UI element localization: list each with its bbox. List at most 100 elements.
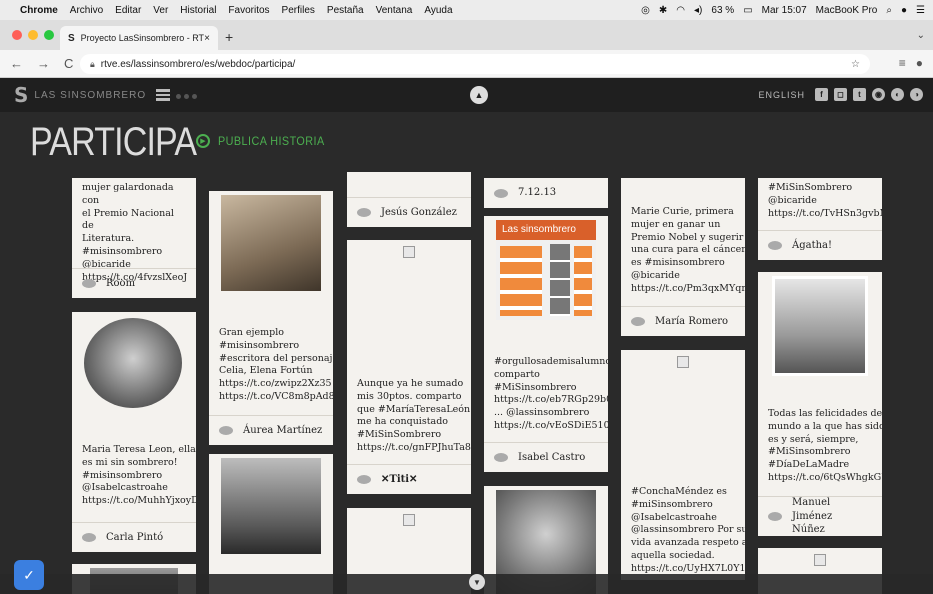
story-text: #orgullosademisalumnos comparto #MiSinso… bbox=[494, 356, 608, 432]
author-name: Ágatha! bbox=[792, 239, 833, 251]
address-bar: ← → C 🔒︎ rtve.es/lassinsombrero/es/webdo… bbox=[0, 50, 933, 78]
story-text: Aunque ya he sumado mis 30ptos. comparto… bbox=[357, 378, 471, 454]
story-card[interactable] bbox=[209, 454, 333, 594]
author-name: Carla Pintó bbox=[106, 531, 164, 543]
menu-ver[interactable]: Ver bbox=[153, 5, 168, 16]
control-center-icon[interactable]: ☰ bbox=[916, 5, 925, 16]
story-card[interactable]: Maria Teresa Leon, ella es mi sin sombre… bbox=[72, 312, 196, 552]
comment-icon bbox=[768, 241, 782, 250]
battery-percent[interactable]: 63 % bbox=[711, 5, 734, 16]
back-button[interactable]: ← bbox=[10, 56, 23, 71]
url-text: rtve.es/lassinsombrero/es/webdoc/partici… bbox=[100, 58, 296, 70]
siri-icon[interactable]: ● bbox=[901, 5, 907, 16]
story-author: Ágatha! bbox=[758, 230, 882, 260]
tab-search-icon[interactable]: ⌄ bbox=[917, 30, 925, 41]
page-dots bbox=[176, 86, 200, 104]
menu-editar[interactable]: Editar bbox=[115, 5, 141, 16]
author-name: Isabel Castro bbox=[518, 451, 586, 463]
story-card[interactable]: Las sinsombrero #orgullosademisalumnos c… bbox=[484, 216, 608, 472]
language-link[interactable]: ENGLISH bbox=[758, 90, 805, 100]
author-name: Manuel Jiménez Núñez bbox=[792, 497, 833, 536]
story-author: Carla Pintó bbox=[72, 522, 196, 552]
story-card[interactable]: #ConchaMéndez es #miSinsombrero @Isabelc… bbox=[621, 350, 745, 580]
author-name: 7.12.13 bbox=[518, 187, 557, 199]
share-icon[interactable]: ◑ bbox=[910, 88, 923, 101]
comment-icon bbox=[768, 512, 782, 521]
story-card[interactable]: Todas las felicidades del mundo a la que… bbox=[758, 272, 882, 536]
reading-list-icon[interactable]: ≡ bbox=[899, 56, 906, 70]
window-controls bbox=[12, 30, 54, 40]
menubar-status: ◎ ✱ ◠ ◂) 63 % ▭ Mar 15:07 MacBooK Pro ⌕ … bbox=[641, 5, 925, 16]
story-photo bbox=[84, 318, 182, 408]
story-text bbox=[347, 172, 471, 180]
reload-button[interactable]: C bbox=[64, 56, 73, 71]
menu-favoritos[interactable]: Favoritos bbox=[228, 5, 269, 16]
screen-record-icon[interactable]: ◎ bbox=[641, 5, 650, 16]
story-card[interactable]: 7.12.13 bbox=[484, 178, 608, 208]
shield-check-icon[interactable]: ✓ bbox=[14, 560, 44, 590]
forward-button[interactable]: → bbox=[37, 56, 50, 71]
volume-icon[interactable]: ◂) bbox=[694, 5, 702, 16]
broken-image-icon bbox=[403, 514, 415, 526]
site-name[interactable]: LAS SINSOMBRERO bbox=[34, 90, 146, 101]
publica-historia-link[interactable]: ▶ PUBLICA HISTORIA bbox=[196, 134, 336, 148]
tab-bar: S Proyecto LasSinsombrero - RT × + ⌄ bbox=[0, 20, 933, 50]
scroll-down-icon[interactable]: ▼ bbox=[469, 574, 485, 590]
profile-avatar[interactable]: ● bbox=[916, 56, 923, 70]
broken-image-icon bbox=[403, 246, 415, 258]
story-card[interactable]: mujer galardonada con el Premio Nacional… bbox=[72, 178, 196, 298]
hamburger-menu-icon[interactable] bbox=[156, 89, 171, 101]
twitter-icon[interactable]: t bbox=[853, 88, 866, 101]
clock[interactable]: Mar 15:07 bbox=[762, 5, 807, 16]
facebook-icon[interactable]: f bbox=[815, 88, 828, 101]
story-author: María Romero bbox=[621, 306, 745, 336]
new-tab-button[interactable]: + bbox=[225, 29, 233, 45]
menu-ayuda[interactable]: Ayuda bbox=[424, 5, 452, 16]
arrow-right-icon: ▶ bbox=[196, 134, 210, 148]
menu-historial[interactable]: Historial bbox=[180, 5, 216, 16]
story-photo: Las sinsombrero bbox=[496, 220, 596, 320]
instagram-icon[interactable]: ◻ bbox=[834, 88, 847, 101]
comment-icon bbox=[357, 208, 371, 217]
close-tab-icon[interactable]: × bbox=[204, 33, 210, 44]
publica-historia-label: PUBLICA HISTORIA bbox=[218, 134, 325, 148]
story-card[interactable]: #MiSinSombrero @bicaride https://t.co/Tv… bbox=[758, 178, 882, 260]
close-window-button[interactable] bbox=[12, 30, 22, 40]
bookmark-star-icon[interactable]: ☆ bbox=[851, 59, 860, 70]
menu-perfiles[interactable]: Perfiles bbox=[282, 5, 315, 16]
broken-image-icon bbox=[814, 554, 826, 566]
lock-icon[interactable]: 🔒︎ bbox=[90, 59, 95, 70]
story-card[interactable]: Gran ejemplo #misinsombrero #escritora d… bbox=[209, 191, 333, 445]
menu-pestana[interactable]: Pestaña bbox=[327, 5, 364, 16]
spotlight-icon[interactable]: ⌕ bbox=[886, 5, 892, 16]
page-title: PARTICIPA bbox=[30, 120, 197, 164]
story-text: Marie Curie, primera mujer en ganar un P… bbox=[631, 206, 745, 294]
menu-archivo[interactable]: Archivo bbox=[70, 5, 103, 16]
story-card[interactable]: Jesús González bbox=[347, 172, 471, 227]
device-name[interactable]: MacBooK Pro bbox=[816, 5, 878, 16]
site-logo-icon[interactable]: S bbox=[14, 83, 28, 107]
browser-actions: ≡ ● bbox=[899, 56, 923, 70]
url-field[interactable]: 🔒︎ rtve.es/lassinsombrero/es/webdoc/part… bbox=[80, 54, 870, 74]
minimize-window-button[interactable] bbox=[28, 30, 38, 40]
comment-icon bbox=[219, 426, 233, 435]
scroll-up-icon[interactable]: ▲ bbox=[470, 86, 488, 104]
wifi-icon[interactable]: ◠ bbox=[676, 5, 685, 16]
story-author: ✕Titi✕ bbox=[347, 464, 471, 494]
story-author: Jesús González bbox=[347, 197, 471, 227]
bluetooth-icon[interactable]: ✱ bbox=[659, 5, 667, 16]
header-actions: ENGLISH f ◻ t ◉ ◐ ◑ bbox=[758, 88, 923, 101]
main-content: PARTICIPA ▶ PUBLICA HISTORIA mujer galar… bbox=[0, 112, 933, 594]
battery-icon[interactable]: ▭ bbox=[743, 5, 752, 16]
menu-chrome[interactable]: Chrome bbox=[20, 5, 58, 16]
story-card[interactable]: Marie Curie, primera mujer en ganar un P… bbox=[621, 178, 745, 336]
story-card[interactable]: Aunque ya he sumado mis 30ptos. comparto… bbox=[347, 240, 471, 494]
comment-icon bbox=[82, 533, 96, 542]
rtve-icon[interactable]: ◉ bbox=[872, 88, 885, 101]
zoom-window-button[interactable] bbox=[44, 30, 54, 40]
menu-ventana[interactable]: Ventana bbox=[376, 5, 413, 16]
browser-tab[interactable]: S Proyecto LasSinsombrero - RT × bbox=[60, 26, 218, 50]
comment-icon bbox=[494, 188, 508, 198]
audio-icon[interactable]: ◐ bbox=[891, 88, 904, 101]
story-author: Manuel Jiménez Núñez bbox=[758, 496, 882, 536]
